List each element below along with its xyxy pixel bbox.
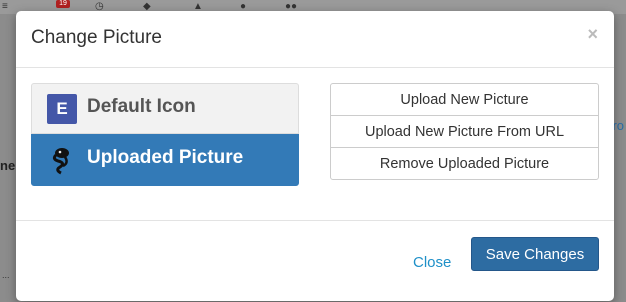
picture-actions: Upload New Picture Upload New Picture Fr… [330,83,599,180]
save-changes-button[interactable]: Save Changes [471,237,599,271]
background-text-fragment: ne [0,158,16,173]
close-icon[interactable]: × [587,25,598,43]
change-picture-modal: Change Picture × E Default Icon Uploaded… [16,11,614,301]
option-label: Default Icon [87,96,196,117]
menu-icon: ≡ [2,1,8,12]
modal-header: Change Picture × [16,11,614,68]
option-default-icon[interactable]: E Default Icon [31,83,299,134]
upload-from-url-button[interactable]: Upload New Picture From URL [330,115,599,148]
upload-new-picture-button[interactable]: Upload New Picture [330,83,599,116]
background-ellipsis: ... [2,270,10,280]
modal-title: Change Picture [31,27,162,48]
close-button[interactable]: Close [413,254,451,271]
default-e-icon: E [47,94,77,124]
background-link-fragment: ro [612,118,624,133]
modal-footer: Close Save Changes [16,220,614,302]
option-uploaded-picture[interactable]: Uploaded Picture [31,134,299,186]
option-label: Uploaded Picture [87,147,244,168]
notification-badge: 19 [56,0,70,8]
remove-uploaded-picture-button[interactable]: Remove Uploaded Picture [330,147,599,180]
uploaded-avatar-icon [47,145,77,175]
picture-options-list: E Default Icon Uploaded Picture [31,83,299,186]
